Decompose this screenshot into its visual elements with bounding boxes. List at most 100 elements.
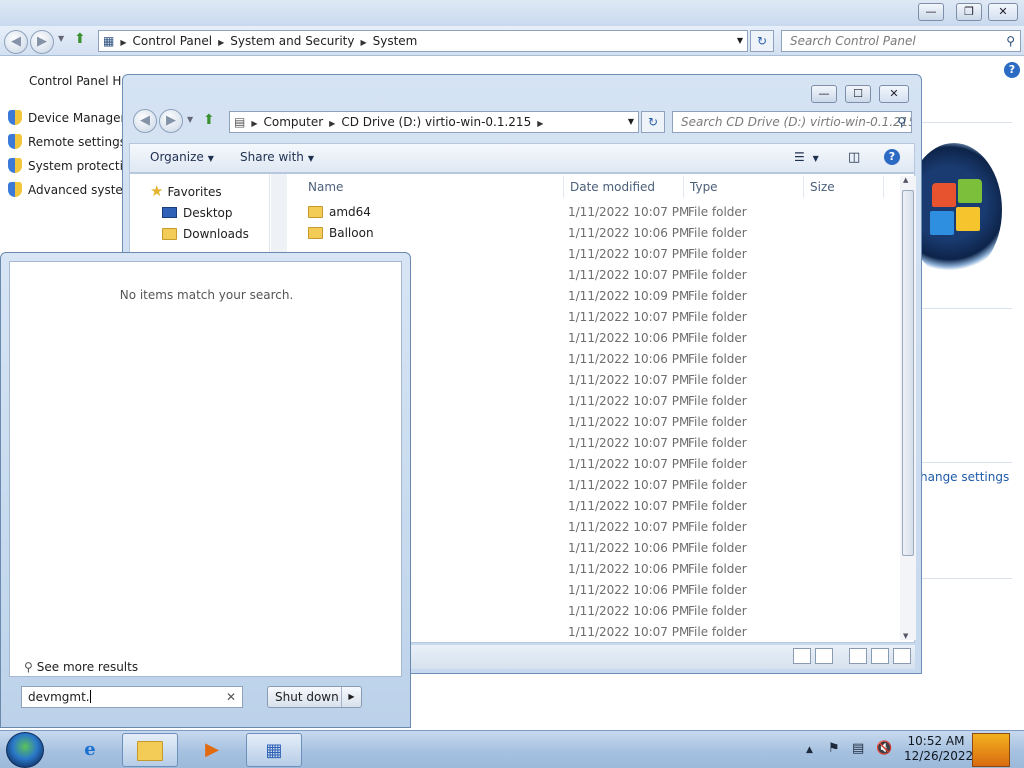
device-manager-link[interactable]: Device Manager — [8, 110, 125, 125]
back-button[interactable]: ◀ — [133, 109, 157, 133]
file-name: amd64 — [308, 202, 371, 223]
change-view-button[interactable]: ☰ ▼ — [794, 150, 819, 164]
advanced-system-link[interactable]: Advanced system — [8, 182, 134, 197]
file-type: File folder — [688, 289, 747, 303]
recent-pages-icon[interactable]: ▼ — [58, 34, 64, 43]
refresh-icon[interactable]: ↻ — [750, 30, 774, 52]
recent-pages-icon[interactable]: ▼ — [187, 115, 193, 124]
column-header-name[interactable]: Name — [288, 176, 564, 198]
folder-icon — [308, 206, 323, 218]
column-header-size[interactable]: Size — [804, 176, 884, 198]
search-icon[interactable]: ⚲ — [1006, 31, 1015, 51]
control-panel-search[interactable]: Search Control Panel ⚲ — [781, 30, 1021, 52]
taskbar: e ▶ ▦ ▲ ⚑ ▤ 🔇 10:52 AM 12/26/2022 — [0, 730, 1024, 768]
address-bar[interactable]: ▤ ▶ Computer ▶ CD Drive (D:) virtio-win-0.1.… — [229, 111, 639, 133]
shield-icon — [8, 182, 22, 197]
breadcrumb-control-panel[interactable]: Control Panel — [133, 34, 213, 48]
scrollbar-thumb[interactable] — [902, 190, 914, 556]
refresh-icon[interactable]: ↻ — [641, 111, 665, 133]
nav-downloads[interactable]: Downloads — [162, 227, 249, 241]
file-type: File folder — [688, 373, 747, 387]
minimize-button[interactable]: — — [918, 3, 944, 21]
start-button[interactable] — [6, 732, 44, 768]
start-search-input[interactable]: devmgmt. ✕ — [21, 686, 243, 708]
breadcrumb-computer[interactable]: Computer — [264, 115, 324, 129]
shut-down-button[interactable]: Shut down ▶ — [267, 686, 362, 708]
layout-split-icon[interactable] — [871, 648, 889, 664]
see-more-results-link[interactable]: ⚲ See more results — [24, 660, 138, 674]
file-type: File folder — [688, 226, 747, 240]
help-icon[interactable]: ? — [884, 149, 900, 165]
action-center-flag-icon[interactable]: ⚑ — [828, 741, 840, 756]
breadcrumb-system[interactable]: System — [373, 34, 418, 48]
user-picture-tile[interactable] — [972, 733, 1010, 767]
show-hidden-icons-icon[interactable]: ▲ — [806, 745, 813, 755]
clear-search-icon[interactable]: ✕ — [226, 687, 236, 707]
breadcrumb-cd-drive[interactable]: CD Drive (D:) virtio-win-0.1.215 — [341, 115, 531, 129]
file-date: 1/11/2022 10:07 PM — [568, 457, 690, 471]
network-icon[interactable]: ▤ — [852, 741, 864, 756]
column-label: Type — [690, 180, 718, 194]
explorer-search[interactable]: Search CD Drive (D:) virtio-win-0.1.215 … — [672, 111, 912, 133]
address-bar[interactable]: ▦ ▶ Control Panel ▶ System and Security ▶ Syst… — [98, 30, 748, 52]
file-date: 1/11/2022 10:06 PM — [568, 604, 690, 618]
breadcrumb-system-security[interactable]: System and Security — [230, 34, 354, 48]
organize-button[interactable]: Organize ▼ — [150, 150, 214, 164]
file-date: 1/11/2022 10:07 PM — [568, 415, 690, 429]
close-button[interactable]: ✕ — [879, 85, 909, 103]
close-button[interactable]: ✕ — [988, 3, 1018, 21]
file-date: 1/11/2022 10:06 PM — [568, 226, 690, 240]
column-header-type[interactable]: Type — [684, 176, 804, 198]
forward-button[interactable]: ▶ — [159, 109, 183, 133]
file-list-scrollbar[interactable]: ▲ ▼ — [900, 176, 916, 640]
volume-muted-icon[interactable]: 🔇 — [876, 741, 892, 756]
remote-settings-link[interactable]: Remote settings — [8, 134, 126, 149]
layout-right-icon[interactable] — [893, 648, 911, 664]
media-player-icon[interactable]: ▶ — [184, 733, 240, 767]
shutdown-options-arrow-icon[interactable]: ▶ — [341, 687, 361, 707]
preview-pane-icon[interactable]: ◫ — [848, 150, 860, 165]
system-clock[interactable]: 10:52 AM 12/26/2022 — [904, 734, 973, 764]
file-type: File folder — [688, 268, 747, 282]
control-panel-taskbar-button[interactable]: ▦ — [246, 733, 302, 767]
minimize-button[interactable]: — — [811, 85, 837, 103]
windows-explorer-taskbar-button[interactable] — [122, 733, 178, 767]
file-name: Balloon — [308, 223, 374, 244]
share-with-button[interactable]: Share with ▼ — [240, 150, 314, 164]
column-header-date[interactable]: Date modified — [564, 176, 684, 198]
file-type: File folder — [688, 625, 747, 639]
folder-icon — [162, 228, 177, 240]
drive-icon: ▤ — [234, 115, 246, 129]
back-button[interactable]: ◀ — [4, 30, 28, 54]
scroll-up-icon[interactable]: ▲ — [903, 176, 908, 184]
thumbnails-view-icon[interactable] — [815, 648, 833, 664]
details-view-icon[interactable] — [793, 648, 811, 664]
restore-button[interactable]: ❐ — [956, 3, 982, 21]
nav-desktop[interactable]: Desktop — [162, 206, 233, 220]
layout-pane-icon[interactable] — [849, 648, 867, 664]
system-protection-link[interactable]: System protection — [8, 158, 138, 173]
table-row[interactable]: amd64 1/11/2022 10:07 PM File folder — [288, 202, 898, 223]
internet-explorer-icon[interactable]: e — [62, 733, 118, 767]
search-icon[interactable]: ⚲ — [897, 112, 906, 132]
file-name-label: Balloon — [329, 226, 374, 240]
maximize-button[interactable]: ☐ — [845, 85, 871, 103]
table-row[interactable]: Balloon 1/11/2022 10:06 PM File folder — [288, 223, 898, 244]
folder-icon — [308, 227, 323, 239]
address-dropdown-icon[interactable]: ▼ — [737, 31, 743, 51]
address-dropdown-icon[interactable]: ▼ — [628, 112, 634, 132]
logo-flag-yellow — [956, 207, 980, 231]
nav-favorites[interactable]: ★ Favorites — [150, 182, 222, 200]
up-arrow-icon[interactable]: ⬆ — [74, 31, 86, 47]
share-with-label: Share with — [240, 150, 304, 164]
forward-button[interactable]: ▶ — [30, 30, 54, 54]
help-icon[interactable]: ? — [1004, 62, 1020, 78]
explorer-toolbar: Organize ▼ Share with ▼ ☰ ▼ ◫ ? — [129, 143, 915, 173]
change-settings-link[interactable]: hange settings — [920, 470, 1009, 484]
up-arrow-icon[interactable]: ⬆ — [203, 112, 215, 128]
control-panel-home-link[interactable]: Control Panel Ho — [29, 74, 129, 88]
scroll-down-icon[interactable]: ▼ — [903, 632, 908, 640]
file-date: 1/11/2022 10:07 PM — [568, 394, 690, 408]
logo-flag-red — [932, 183, 956, 207]
column-label: Date modified — [570, 180, 656, 194]
